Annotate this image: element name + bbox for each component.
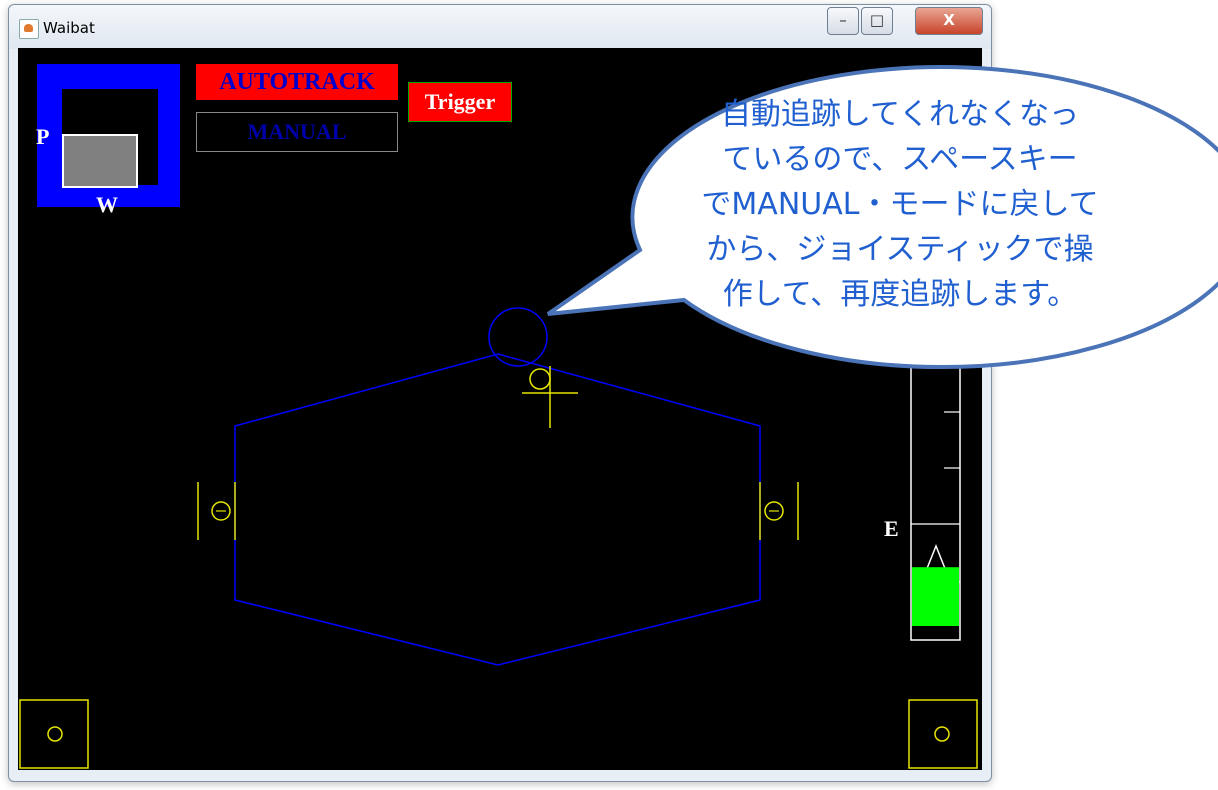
callout-line: 作して、再度追跡します。 [722, 277, 1078, 312]
java-app-icon [19, 19, 39, 39]
position-marker [62, 134, 138, 188]
right-corner-circle-icon [934, 726, 950, 742]
callout-line: から、ジョイスティックで操 [706, 232, 1094, 267]
elevation-axis-label: E [884, 516, 899, 541]
left-corner-circle-icon [47, 726, 63, 742]
maximize-button[interactable]: □ [861, 7, 893, 35]
minimize-button[interactable]: – [827, 7, 859, 35]
gauge-level-fill [912, 567, 959, 626]
width-axis-label: W [96, 192, 118, 217]
close-button[interactable]: X [915, 7, 983, 35]
callout-line: でMANUAL・モードに戻して [701, 187, 1099, 222]
right-corner-button[interactable] [908, 699, 978, 769]
manual-mode-label[interactable]: MANUAL [196, 112, 398, 152]
pan-axis-label: P [36, 124, 50, 149]
window-title: Waibat [43, 19, 95, 37]
trigger-button[interactable]: Trigger [408, 82, 512, 122]
left-corner-button[interactable] [19, 699, 89, 769]
autotrack-mode-label[interactable]: AUTOTRACK [196, 64, 398, 100]
top-target-circle [488, 307, 548, 367]
callout-line: ているので、スペースキー [722, 142, 1078, 177]
callout-line: 自動追跡してくれなくなっ [720, 97, 1080, 132]
callout-text: 自動追跡してくれなくなっ ているので、スペースキー でMANUAL・モードに戻し… [690, 92, 1110, 317]
field-hexagon [234, 353, 761, 666]
crosshair-circle [529, 368, 551, 390]
title-bar[interactable]: Waibat – □ X [9, 5, 991, 49]
